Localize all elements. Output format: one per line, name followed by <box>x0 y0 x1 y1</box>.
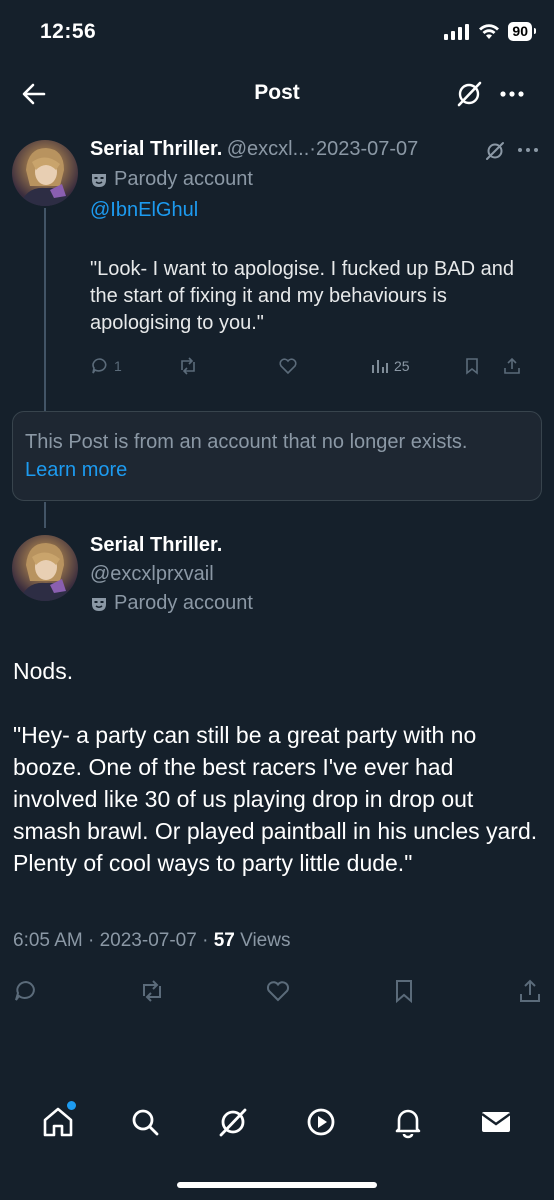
post-text-line: Nods. <box>13 658 74 684</box>
search-icon <box>133 1109 159 1136</box>
tab-grok[interactable] <box>216 1105 250 1139</box>
tab-notifications[interactable] <box>391 1105 425 1139</box>
parody-label-row: Parody account <box>90 592 253 615</box>
wifi-icon <box>479 23 500 39</box>
avatar[interactable] <box>12 140 78 206</box>
avatar[interactable] <box>12 535 78 601</box>
reply-icon <box>92 358 107 374</box>
thread-line <box>44 502 46 528</box>
video-icon <box>307 1108 335 1136</box>
post-action-bar <box>13 976 543 1006</box>
parody-mask-icon <box>92 597 106 611</box>
timestamp-sep: · <box>88 930 95 951</box>
grok-icon <box>219 1108 247 1137</box>
reply-action-bar: 1 25 <box>90 352 542 380</box>
avatar-image <box>20 543 72 601</box>
views-label: Views <box>240 930 291 951</box>
messages-icon <box>481 1112 511 1132</box>
post-time: 6:05 AM <box>13 930 83 951</box>
parody-label: Parody account <box>114 168 253 190</box>
notice-text: This Post is from an account that no lon… <box>25 431 468 453</box>
tab-video[interactable] <box>304 1105 338 1139</box>
learn-more-link[interactable]: Learn more <box>25 459 127 481</box>
repost-button[interactable] <box>178 356 278 376</box>
tab-search[interactable] <box>128 1105 162 1139</box>
reply-header: Serial Thriller. @excxl...·2023-07-07 <box>90 138 540 161</box>
notification-dot <box>66 1101 76 1110</box>
grok-icon[interactable] <box>455 80 483 108</box>
heart-icon <box>279 358 297 375</box>
author-name[interactable]: Serial Thriller. <box>90 138 222 160</box>
reply-count: 1 <box>114 358 122 374</box>
post-timestamp: 6:05 AM · 2023-07-07 · 57 Views <box>13 930 290 952</box>
author-handle[interactable]: @excxl... <box>227 138 310 160</box>
deleted-account-notice: This Post is from an account that no lon… <box>12 411 542 501</box>
author-name[interactable]: Serial Thriller. <box>90 534 222 557</box>
share-button[interactable] <box>502 356 526 376</box>
more-options-icon[interactable] <box>498 80 526 108</box>
author-handle[interactable]: @excxlprxvail <box>90 563 214 586</box>
share-icon <box>504 357 520 374</box>
like-button[interactable] <box>278 356 370 376</box>
repost-icon <box>181 357 195 375</box>
parody-label-row: Parody account <box>90 168 253 191</box>
thread-line <box>44 208 46 413</box>
parody-mask-icon <box>92 173 106 187</box>
reply-mention-link[interactable]: @IbnElGhul <box>90 199 198 222</box>
notifications-icon <box>396 1109 421 1139</box>
post-date: 2023-07-07 <box>99 930 197 951</box>
views-icon <box>372 360 388 373</box>
parody-label: Parody account <box>114 592 253 614</box>
status-time: 12:56 <box>40 20 97 43</box>
status-icons: 90 <box>444 22 536 41</box>
home-indicator <box>177 1182 377 1188</box>
bookmark-button[interactable] <box>462 356 502 376</box>
repost-icon[interactable] <box>139 978 165 1004</box>
reply-icon[interactable] <box>13 978 39 1004</box>
battery-indicator: 90 <box>508 22 536 41</box>
more-options-icon[interactable] <box>516 142 540 158</box>
post-text: Nods. "Hey- a party can still be a great… <box>13 656 543 880</box>
post-date: 2023-07-07 <box>315 138 419 160</box>
home-icon <box>43 1107 73 1137</box>
timestamp-sep: · <box>202 930 209 951</box>
signal-icon <box>444 23 470 40</box>
post-text-quote: "Hey- a party can still be a great party… <box>13 721 538 876</box>
reply-button[interactable]: 1 <box>90 356 178 376</box>
bottom-tab-bar <box>0 1090 554 1154</box>
bookmark-icon <box>466 358 478 375</box>
views-count: 25 <box>394 358 410 374</box>
bookmark-icon[interactable] <box>391 978 417 1004</box>
tab-messages[interactable] <box>479 1105 513 1139</box>
reply-text: "Look- I want to apologise. I fucked up … <box>90 258 515 334</box>
avatar-image <box>20 148 72 206</box>
tab-home[interactable] <box>41 1101 76 1139</box>
views-button[interactable]: 25 <box>370 356 462 376</box>
share-icon[interactable] <box>517 978 543 1004</box>
views-count[interactable]: 57 <box>214 930 235 951</box>
date-separator: · <box>309 138 316 160</box>
heart-icon[interactable] <box>265 978 291 1004</box>
grok-icon[interactable] <box>484 140 506 162</box>
